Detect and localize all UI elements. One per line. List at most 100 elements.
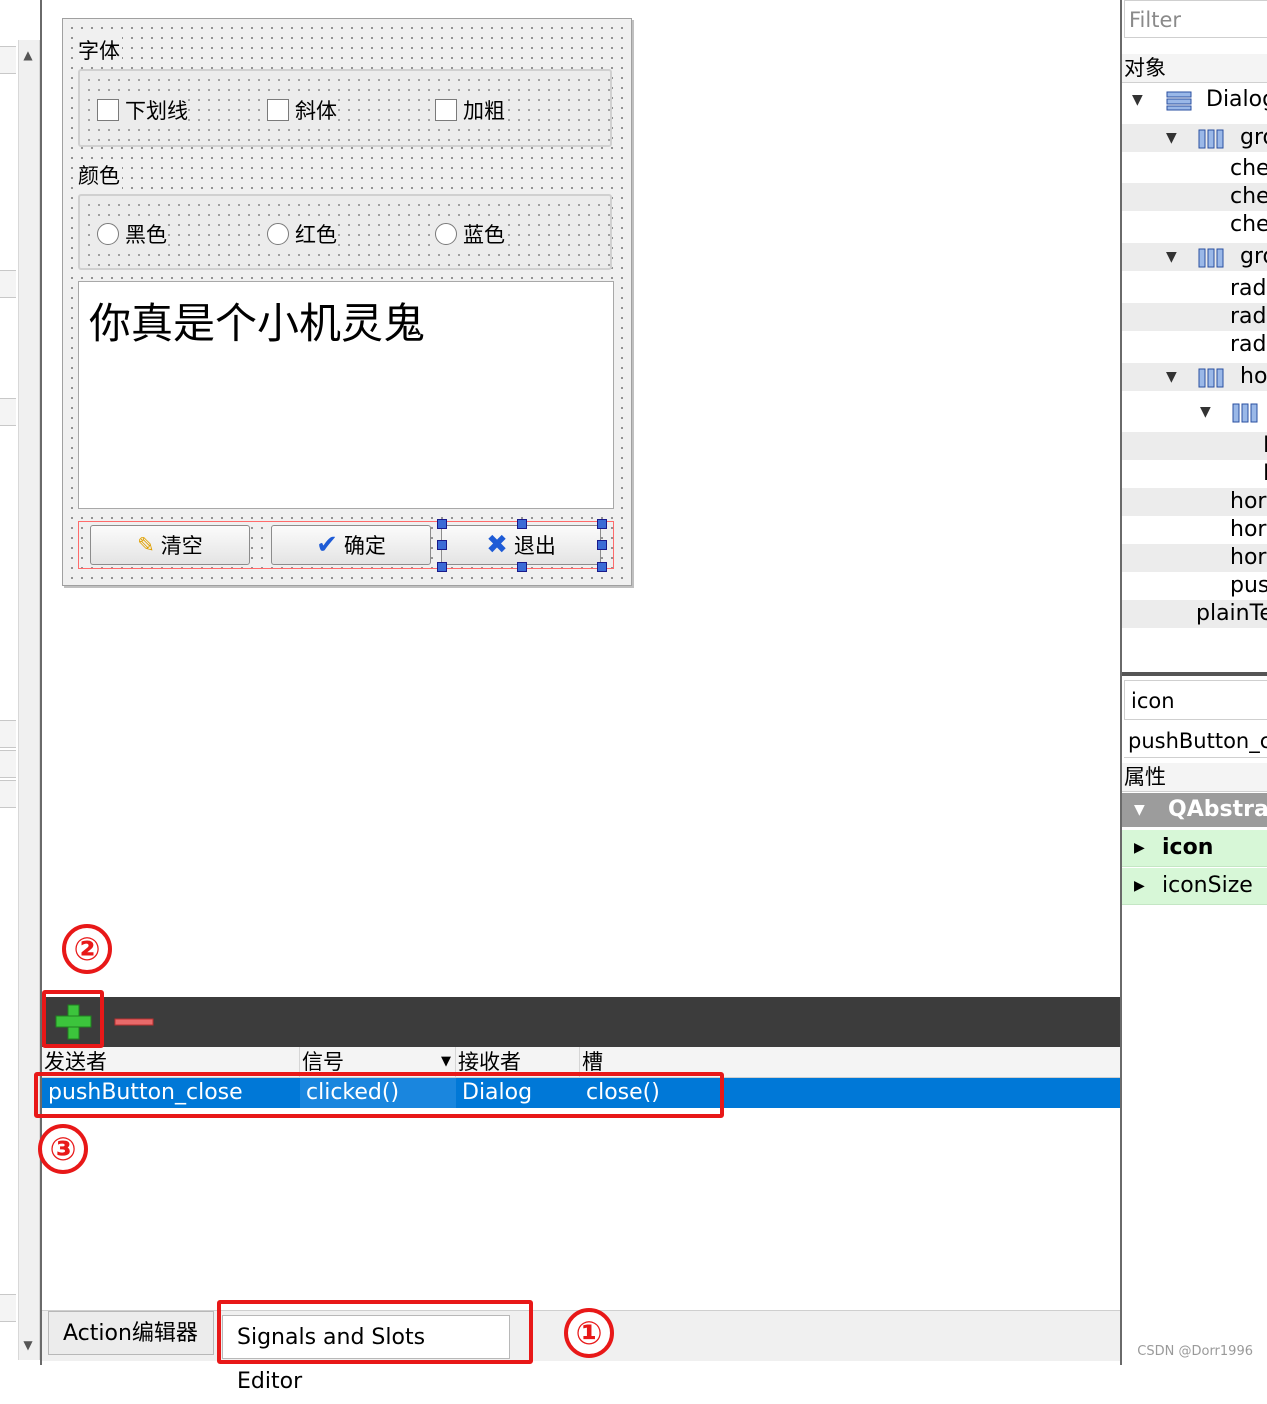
blue-label: 蓝色 (463, 223, 505, 247)
property-row-iconsize[interactable]: ▶ iconSize (1122, 868, 1267, 905)
right-dock-panel: Filter 对象 ▼ Dialog ▼ gro che che che ▼ g… (1122, 0, 1267, 1365)
expand-arrow-icon[interactable]: ▼ (1166, 363, 1177, 391)
exit-button-label: 退出 (513, 534, 556, 558)
left-panel-edge (0, 398, 16, 426)
selection-handle[interactable] (597, 519, 607, 529)
tree-item-text: hor (1230, 545, 1267, 570)
left-panel-edge (0, 1294, 16, 1322)
tree-item[interactable]: I (1122, 432, 1267, 460)
font-group-title: 字体 (76, 35, 122, 65)
eraser-icon: ✎ (137, 533, 155, 557)
property-filter-input[interactable]: icon (1124, 680, 1267, 720)
tree-item-text: che (1230, 184, 1267, 209)
annotation-box-tab (217, 1300, 533, 1364)
scroll-down-icon[interactable]: ▼ (21, 1338, 35, 1352)
annotation-box-connection (34, 1072, 724, 1118)
tree-item-group[interactable]: ▼ gro (1122, 243, 1267, 271)
property-editor-header: 属性 (1122, 763, 1267, 792)
radio-icon (435, 223, 457, 245)
selection-handle[interactable] (437, 562, 447, 572)
red-radio[interactable]: 红色 (267, 219, 337, 249)
radio-icon (97, 223, 119, 245)
tree-item-text: hor (1230, 489, 1267, 514)
tree-item[interactable]: radi (1122, 331, 1267, 359)
signals-slots-toolbar (42, 997, 1120, 1047)
watermark: CSDN @Dorr1996 (1137, 1344, 1253, 1359)
expand-arrow-icon[interactable]: ▶ (1134, 830, 1145, 866)
tree-item-text: radi (1230, 332, 1267, 357)
tree-item[interactable]: hor (1122, 488, 1267, 516)
tree-item-text: radi (1230, 304, 1267, 329)
property-object-name: pushButton_c (1124, 724, 1267, 758)
underline-label: 下划线 (125, 99, 188, 123)
tree-item[interactable]: che (1122, 211, 1267, 239)
clear-button[interactable]: ✎ 清空 (90, 525, 250, 565)
tree-item-text: Dialog (1206, 87, 1267, 112)
horizontal-layout-icon (1198, 368, 1224, 388)
property-row-icon[interactable]: ▶ icon (1122, 830, 1267, 867)
ok-button[interactable]: ✔ 确定 (271, 525, 431, 565)
tree-item[interactable]: hor (1122, 544, 1267, 572)
exit-button[interactable]: ✖ 退出 (441, 525, 601, 565)
plain-text-edit[interactable]: 你真是个小机灵鬼 (78, 281, 614, 509)
remove-connection-icon[interactable] (114, 1018, 154, 1026)
ok-button-label: 确定 (343, 534, 386, 558)
italic-checkbox[interactable]: 斜体 (267, 95, 337, 125)
horizontal-layout-icon (1198, 129, 1224, 149)
tree-item[interactable]: radi (1122, 275, 1267, 303)
blue-radio[interactable]: 蓝色 (435, 219, 505, 249)
expand-arrow-icon[interactable]: ▼ (1200, 398, 1211, 426)
expand-arrow-icon[interactable]: ▼ (1166, 243, 1177, 271)
selection-handle[interactable] (437, 540, 447, 550)
horizontal-layout-icon (1232, 403, 1258, 423)
tree-item-text: I (1263, 461, 1267, 486)
underline-checkbox[interactable]: 下划线 (97, 95, 188, 125)
annotation-marker-1: ① (564, 1308, 614, 1358)
panel-separator (1122, 672, 1267, 676)
checkmark-icon: ✔ (316, 530, 338, 560)
object-inspector-header: 对象 (1122, 54, 1267, 83)
annotation-marker-2: ② (62, 924, 112, 974)
tree-item[interactable]: pus (1122, 572, 1267, 600)
tree-item-text: ho (1240, 364, 1267, 389)
tab-action-editor[interactable]: Action编辑器 (48, 1311, 214, 1355)
expand-arrow-icon[interactable]: ▼ (1132, 86, 1143, 114)
bold-label: 加粗 (463, 99, 505, 123)
bold-checkbox[interactable]: 加粗 (435, 95, 505, 125)
selection-handle[interactable] (597, 562, 607, 572)
black-radio[interactable]: 黑色 (97, 219, 167, 249)
collapse-arrow-icon[interactable]: ▼ (1134, 793, 1145, 827)
left-panel-edge (0, 46, 16, 74)
checkbox-icon (97, 99, 119, 121)
black-label: 黑色 (125, 223, 167, 247)
checkbox-icon (435, 99, 457, 121)
tree-item[interactable]: plainTe (1122, 600, 1267, 628)
form-design-area: 字体 下划线 斜体 加粗 颜色 黑色 红色 蓝色 你真是个小机灵鬼 ✎ 清空 ✔ 确… (42, 0, 1120, 997)
selection-handle[interactable] (437, 519, 447, 529)
tree-item-text: gro (1240, 244, 1267, 269)
tree-item-group[interactable]: ▼ gro (1122, 124, 1267, 152)
tree-item-group[interactable]: ▼ ho (1122, 363, 1267, 391)
tree-item-group[interactable]: ▼ (1122, 398, 1267, 426)
tree-item-dialog[interactable]: ▼ Dialog (1122, 86, 1267, 114)
scroll-up-icon[interactable]: ▲ (21, 48, 35, 62)
vertical-layout-icon (1166, 91, 1192, 111)
expand-arrow-icon[interactable]: ▶ (1134, 868, 1145, 904)
tree-item[interactable]: che (1122, 183, 1267, 211)
tree-item-text: hor (1230, 517, 1267, 542)
tree-item[interactable]: che (1122, 155, 1267, 183)
property-group-row[interactable]: ▼ QAbstrac (1122, 793, 1267, 827)
tree-item-text: radi (1230, 276, 1267, 301)
selection-handle[interactable] (597, 540, 607, 550)
selection-handle[interactable] (517, 519, 527, 529)
dialog-form[interactable]: 字体 下划线 斜体 加粗 颜色 黑色 红色 蓝色 你真是个小机灵鬼 ✎ 清空 ✔ 确… (62, 18, 632, 586)
tree-item[interactable]: radi (1122, 303, 1267, 331)
selection-handle[interactable] (517, 562, 527, 572)
expand-arrow-icon[interactable]: ▼ (1166, 124, 1177, 152)
checkbox-icon (267, 99, 289, 121)
left-scrollbar[interactable] (18, 40, 40, 1360)
tree-item[interactable]: hor (1122, 516, 1267, 544)
object-filter-input[interactable]: Filter (1124, 0, 1267, 38)
tree-item[interactable]: I (1122, 460, 1267, 488)
property-label: icon (1162, 835, 1214, 860)
